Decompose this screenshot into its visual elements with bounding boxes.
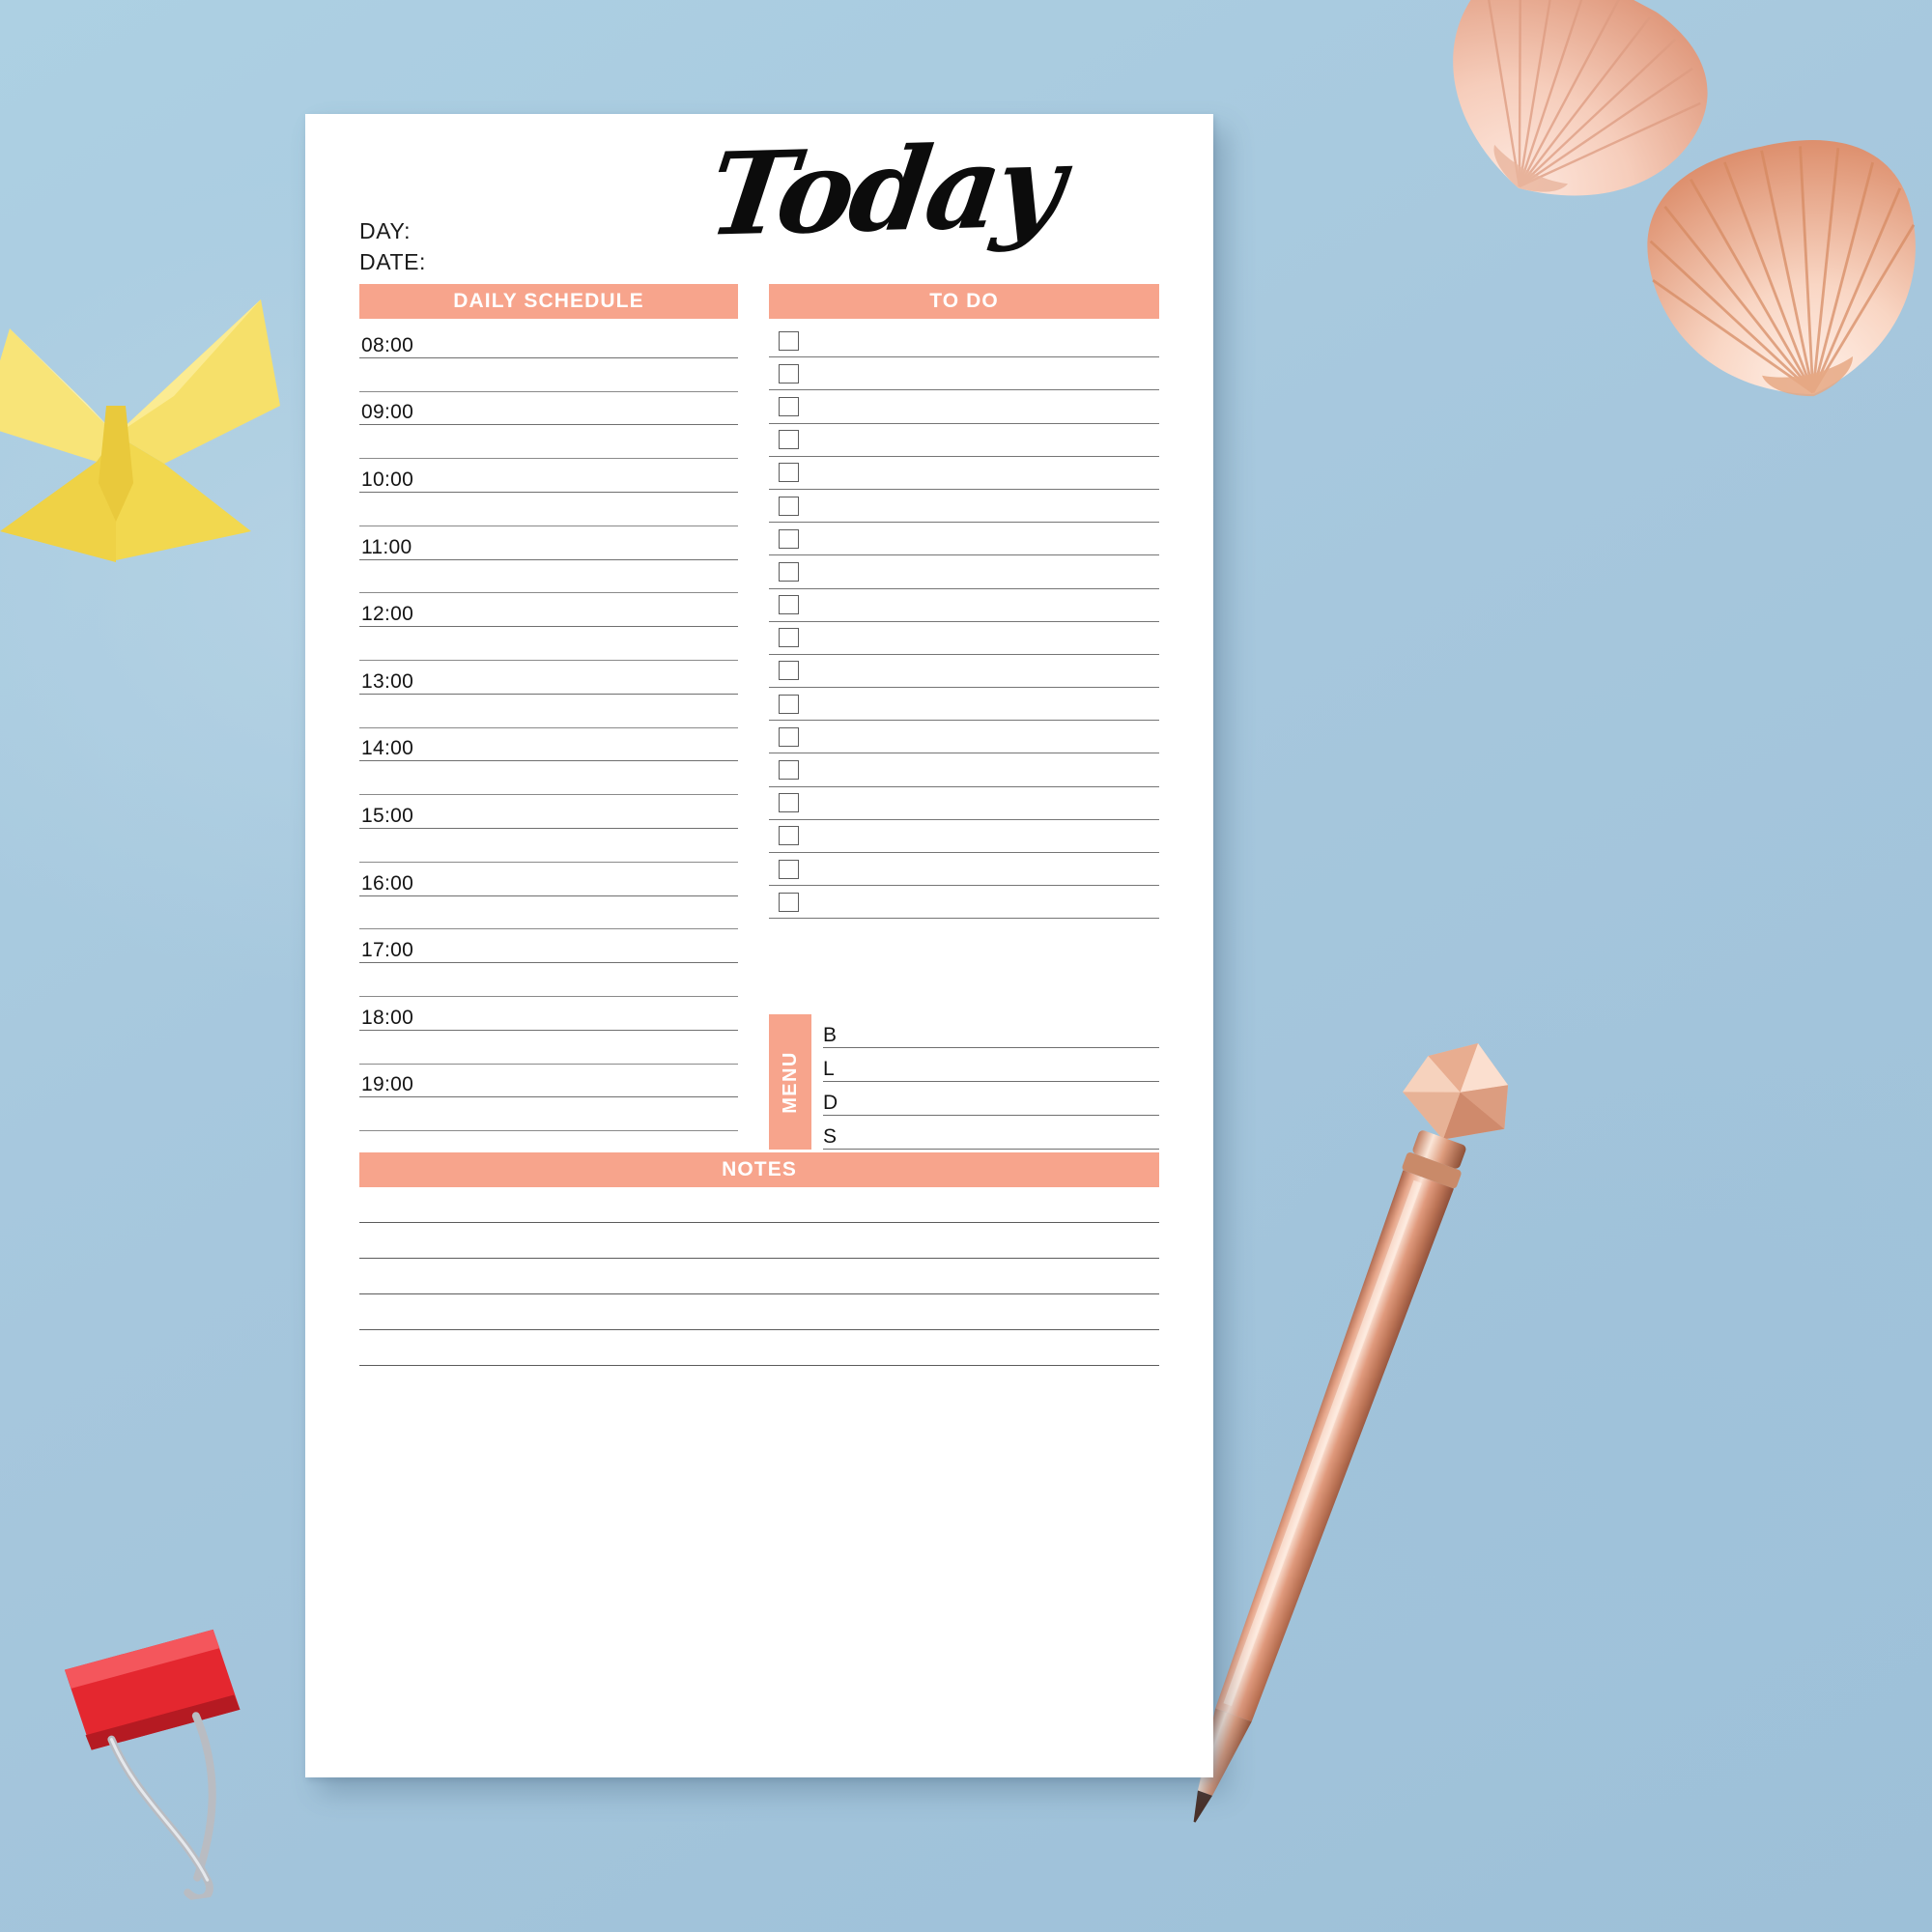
schedule-row[interactable]	[359, 896, 738, 930]
schedule-row[interactable]	[359, 695, 738, 728]
notes-row[interactable]	[359, 1294, 1159, 1330]
notes-row[interactable]	[359, 1330, 1159, 1366]
daily-schedule-header: DAILY SCHEDULE	[359, 284, 738, 319]
todo-checkbox-icon[interactable]	[779, 726, 799, 747]
schedule-time-label: 19:00	[361, 1073, 414, 1096]
menu-tab-label: MENU	[769, 1014, 811, 1150]
todo-checkbox-icon[interactable]	[779, 496, 799, 516]
todo-row[interactable]	[769, 457, 1159, 490]
todo-row[interactable]	[769, 424, 1159, 457]
todo-row[interactable]	[769, 357, 1159, 391]
schedule-row[interactable]: 19:00	[359, 1065, 738, 1098]
schedule-row[interactable]	[359, 829, 738, 863]
schedule-row[interactable]: 18:00	[359, 997, 738, 1031]
schedule-row[interactable]	[359, 560, 738, 594]
schedule-row[interactable]	[359, 963, 738, 997]
todo-row[interactable]	[769, 820, 1159, 853]
schedule-row[interactable]	[359, 1031, 738, 1065]
day-label: DAY:	[359, 218, 412, 243]
todo-row[interactable]	[769, 490, 1159, 524]
schedule-time-label: 10:00	[361, 468, 414, 491]
todo-list	[769, 325, 1159, 920]
menu-row[interactable]: D	[823, 1082, 1159, 1116]
schedule-time-label: 13:00	[361, 669, 414, 693]
todo-checkbox-icon[interactable]	[779, 330, 799, 351]
todo-row[interactable]	[769, 886, 1159, 920]
menu-section: MENU BLDS	[769, 1014, 1159, 1150]
todo-row[interactable]	[769, 390, 1159, 424]
todo-checkbox-icon[interactable]	[779, 694, 799, 714]
todo-row[interactable]	[769, 555, 1159, 589]
notes-row[interactable]	[359, 1223, 1159, 1259]
schedule-time-label: 14:00	[361, 737, 414, 760]
schedule-time-label: 16:00	[361, 871, 414, 895]
todo-checkbox-icon[interactable]	[779, 561, 799, 582]
notes-header: NOTES	[359, 1152, 1159, 1187]
schedule-row[interactable]: 16:00	[359, 863, 738, 896]
todo-checkbox-icon[interactable]	[779, 430, 799, 450]
schedule-row[interactable]	[359, 425, 738, 460]
date-label: DATE:	[359, 249, 427, 274]
schedule-time-label: 17:00	[361, 939, 414, 962]
schedule-row[interactable]	[359, 761, 738, 796]
schedule-row[interactable]: 10:00	[359, 459, 738, 493]
todo-checkbox-icon[interactable]	[779, 528, 799, 549]
menu-row[interactable]: B	[823, 1014, 1159, 1048]
todo-checkbox-icon[interactable]	[779, 859, 799, 879]
todo-checkbox-icon[interactable]	[779, 363, 799, 384]
menu-rows: BLDS	[823, 1014, 1159, 1150]
notes-row[interactable]	[359, 1187, 1159, 1223]
schedule-time-label: 11:00	[361, 535, 412, 558]
todo-row[interactable]	[769, 688, 1159, 722]
todo-checkbox-icon[interactable]	[779, 826, 799, 846]
menu-row-key: S	[823, 1124, 838, 1148]
daily-planner-page: Today DAY: DATE: DAILY SCHEDULE TO DO NO…	[305, 114, 1213, 1777]
schedule-row[interactable]	[359, 358, 738, 392]
schedule-row[interactable]: 13:00	[359, 661, 738, 695]
todo-row[interactable]	[769, 655, 1159, 689]
schedule-time-label: 08:00	[361, 333, 414, 356]
todo-checkbox-icon[interactable]	[779, 628, 799, 648]
todo-checkbox-icon[interactable]	[779, 396, 799, 416]
todo-checkbox-icon[interactable]	[779, 793, 799, 813]
notes-lines	[359, 1187, 1159, 1366]
notes-row[interactable]	[359, 1259, 1159, 1294]
schedule-time-label: 12:00	[361, 603, 414, 626]
todo-checkbox-icon[interactable]	[779, 463, 799, 483]
daily-schedule-list: 08:00 09:00 10:00 11:00 12:00 13:00 14:00 15:00…	[359, 325, 738, 1132]
schedule-row[interactable]: 09:00	[359, 392, 738, 426]
todo-checkbox-icon[interactable]	[779, 760, 799, 781]
todo-header: TO DO	[769, 284, 1159, 319]
schedule-row[interactable]: 12:00	[359, 593, 738, 628]
menu-row[interactable]: L	[823, 1048, 1159, 1082]
menu-row-key: B	[823, 1023, 838, 1046]
todo-row[interactable]	[769, 787, 1159, 820]
menu-row[interactable]: S	[823, 1116, 1159, 1150]
schedule-row[interactable]: 11:00	[359, 526, 738, 560]
schedule-row[interactable]	[359, 627, 738, 661]
menu-row-key: D	[823, 1091, 838, 1114]
schedule-row[interactable]	[359, 1097, 738, 1132]
todo-row[interactable]	[769, 622, 1159, 655]
page-title: Today	[700, 118, 1069, 262]
todo-row[interactable]	[769, 721, 1159, 754]
schedule-row[interactable]: 15:00	[359, 795, 738, 829]
schedule-time-label: 09:00	[361, 401, 414, 424]
schedule-row[interactable]: 17:00	[359, 929, 738, 964]
todo-row[interactable]	[769, 753, 1159, 787]
todo-checkbox-icon[interactable]	[779, 892, 799, 912]
menu-row-key: L	[823, 1057, 835, 1080]
todo-row[interactable]	[769, 853, 1159, 887]
schedule-row[interactable]: 08:00	[359, 325, 738, 358]
schedule-time-label: 15:00	[361, 804, 414, 827]
schedule-row[interactable]	[359, 493, 738, 526]
todo-row[interactable]	[769, 523, 1159, 556]
schedule-row[interactable]: 14:00	[359, 728, 738, 762]
menu-label-text: MENU	[779, 1050, 801, 1114]
todo-checkbox-icon[interactable]	[779, 595, 799, 615]
todo-row[interactable]	[769, 589, 1159, 622]
todo-checkbox-icon[interactable]	[779, 661, 799, 681]
schedule-time-label: 18:00	[361, 1006, 414, 1029]
todo-row[interactable]	[769, 325, 1159, 358]
